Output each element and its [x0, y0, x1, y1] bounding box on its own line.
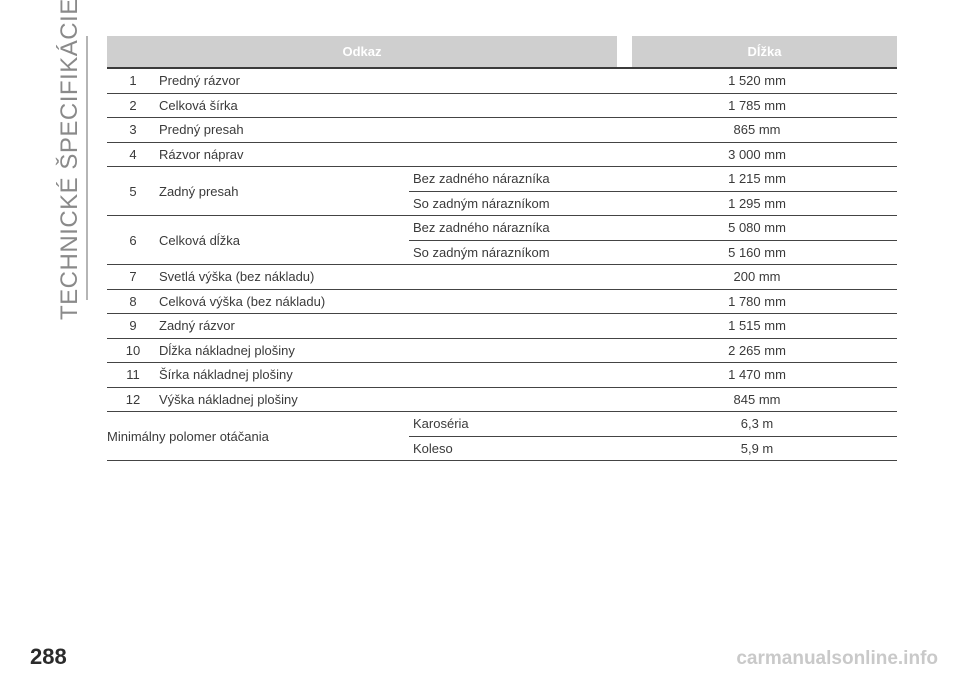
- row-number: 5: [107, 166, 159, 216]
- row-value: 1 215 mm: [617, 166, 898, 192]
- header-length: Dĺžka: [632, 36, 898, 69]
- row-value: 5 160 mm: [617, 240, 898, 265]
- table-row: 4 Rázvor náprav 3 000 mm: [107, 142, 898, 167]
- table-row: 10 Dĺžka nákladnej plošiny 2 265 mm: [107, 338, 898, 363]
- row-condition: So zadným nárazníkom: [409, 191, 618, 216]
- row-value: 1 520 mm: [617, 68, 898, 94]
- dimensions-table: Odkaz Dĺžka 1 Predný rázvor 1 520 mm 2 C…: [107, 36, 898, 461]
- row-value: 200 mm: [617, 264, 898, 290]
- row-label: Predný presah: [159, 117, 618, 143]
- row-condition: Bez zadného nárazníka: [409, 166, 618, 192]
- row-number: 3: [107, 117, 159, 143]
- row-number: 11: [107, 362, 159, 388]
- row-label: Zadný rázvor: [159, 313, 618, 339]
- table-row: Minimálny polomer otáčania Karoséria 6,3…: [107, 411, 898, 461]
- table-row: 1 Predný rázvor 1 520 mm: [107, 68, 898, 94]
- row-number: 7: [107, 264, 159, 290]
- row-value: 845 mm: [617, 387, 898, 412]
- row-value: 1 785 mm: [617, 93, 898, 118]
- turning-radius-label: Minimálny polomer otáčania: [107, 411, 409, 461]
- table-row: 12 Výška nákladnej plošiny 845 mm: [107, 387, 898, 412]
- row-label: Celková šírka: [159, 93, 618, 118]
- row-label: Celková výška (bez nákladu): [159, 289, 618, 314]
- header-reference: Odkaz: [107, 36, 618, 69]
- row-number: 10: [107, 338, 159, 363]
- row-label: Výška nákladnej plošiny: [159, 387, 618, 412]
- row-value: 5 080 mm: [617, 215, 898, 241]
- page-number: 288: [30, 644, 67, 669]
- row-number: 2: [107, 93, 159, 118]
- row-label: Rázvor náprav: [159, 142, 618, 167]
- row-value: 3 000 mm: [617, 142, 898, 167]
- table-row: 5 Zadný presah Bez zadného nárazníka 1 2…: [107, 166, 898, 216]
- row-label: Dĺžka nákladnej plošiny: [159, 338, 618, 363]
- section-title-vertical: TECHNICKÉ ŠPECIFIKÁCIE: [56, 0, 84, 320]
- table-header-row: Odkaz Dĺžka: [107, 36, 898, 69]
- row-label: Svetlá výška (bez nákladu): [159, 264, 618, 290]
- row-label: Šírka nákladnej plošiny: [159, 362, 618, 388]
- row-condition: So zadným nárazníkom: [409, 240, 618, 265]
- table-row: 3 Predný presah 865 mm: [107, 117, 898, 143]
- row-value: 6,3 m: [617, 411, 898, 437]
- row-label: Celková dĺžka: [159, 215, 409, 265]
- table-row: 6 Celková dĺžka Bez zadného nárazníka 5 …: [107, 215, 898, 265]
- row-value: 2 265 mm: [617, 338, 898, 363]
- section-title-text: TECHNICKÉ ŠPECIFIKÁCIE: [56, 0, 83, 320]
- row-number: 9: [107, 313, 159, 339]
- row-value: 1 780 mm: [617, 289, 898, 314]
- table-row: 7 Svetlá výška (bez nákladu) 200 mm: [107, 264, 898, 290]
- row-condition: Karoséria: [409, 411, 618, 437]
- row-number: 4: [107, 142, 159, 167]
- section-divider: [86, 36, 88, 300]
- row-value: 5,9 m: [617, 436, 898, 461]
- row-value: 1 515 mm: [617, 313, 898, 339]
- row-condition: Bez zadného nárazníka: [409, 215, 618, 241]
- row-value: 1 295 mm: [617, 191, 898, 216]
- row-number: 12: [107, 387, 159, 412]
- row-value: 1 470 mm: [617, 362, 898, 388]
- row-number: 1: [107, 68, 159, 94]
- table-row: 2 Celková šírka 1 785 mm: [107, 93, 898, 118]
- table-row: 8 Celková výška (bez nákladu) 1 780 mm: [107, 289, 898, 314]
- row-value: 865 mm: [617, 117, 898, 143]
- header-gap: [617, 36, 633, 69]
- table-row: 11 Šírka nákladnej plošiny 1 470 mm: [107, 362, 898, 388]
- table-row: 9 Zadný rázvor 1 515 mm: [107, 313, 898, 339]
- watermark: carmanualsonline.info: [736, 648, 938, 669]
- row-label: Zadný presah: [159, 166, 409, 216]
- row-number: 8: [107, 289, 159, 314]
- row-condition: Koleso: [409, 436, 618, 461]
- row-label: Predný rázvor: [159, 68, 618, 94]
- row-number: 6: [107, 215, 159, 265]
